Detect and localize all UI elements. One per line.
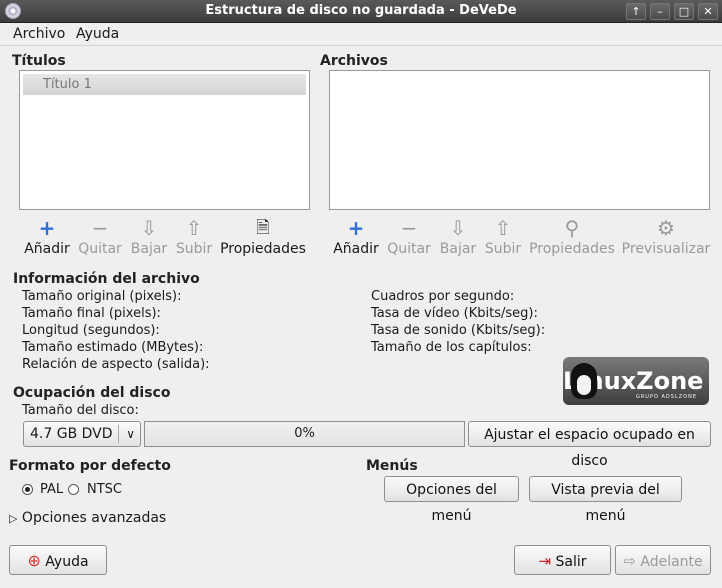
menu-preview-button[interactable]: Vista previa del menú [529,476,682,524]
format-heading: Formato por defecto [9,458,171,474]
titles-properties-button[interactable]: 🗎 Propiedades [219,217,307,257]
titles-add-label: Añadir [24,241,70,257]
disk-size-combo[interactable]: 4.7 GB DVD ∨ [23,421,141,447]
titles-heading: Títulos [12,53,66,69]
properties-icon: ⚲ [564,216,580,240]
disk-size-value: 4.7 GB DVD [30,426,113,442]
menu-archivo[interactable]: Archivo [13,26,65,42]
quit-button[interactable]: ⇥ Salir [514,545,611,575]
info-video-rate: Tasa de vídeo (Kbits/seg): [371,306,538,321]
files-heading: Archivos [320,53,388,69]
gear-icon: ⚙ [657,216,675,240]
files-properties-button[interactable]: ⚲ Propiedades [528,217,616,257]
list-item[interactable]: Título 1 [23,74,306,95]
files-add-button[interactable]: + Añadir [331,217,381,257]
minimize-icon[interactable]: – [650,3,670,20]
info-estimated-size: Tamaño estimado (MBytes): [22,340,204,355]
files-preview-label: Previsualizar [621,241,711,257]
forward-button[interactable]: ⇨ Adelante [615,545,711,575]
lifebuoy-icon: ⊕ [27,551,41,570]
titles-down-label: Bajar [130,241,168,257]
arrow-down-icon: ⇩ [449,216,467,240]
advanced-label: Opciones avanzadas [21,510,167,526]
properties-icon: 🗎 [256,218,270,238]
files-properties-label: Propiedades [529,241,615,257]
titles-properties-label: Propiedades [220,241,306,257]
expander-arrow-icon: ▷ [9,512,18,525]
always-on-top-icon[interactable]: ↑ [626,3,646,20]
files-down-button[interactable]: ⇩ Bajar [437,217,479,257]
file-info-heading: Información del archivo [13,271,200,287]
disk-size-label: Tamaño del disco: [22,403,139,418]
titles-remove-label: Quitar [78,241,122,257]
info-fps: Cuadros por segundo: [371,289,515,304]
ntsc-radio[interactable] [68,484,79,495]
files-remove-label: Quitar [387,241,431,257]
info-aspect-ratio: Relación de aspecto (salida): [22,357,210,372]
files-preview-button[interactable]: ⚙ Previsualizar [620,217,712,257]
menu-ayuda[interactable]: Ayuda [76,26,119,42]
close-icon[interactable]: ✕ [698,3,718,20]
chevron-down-icon: ∨ [126,427,135,441]
help-button[interactable]: ⊕ Ayuda [9,545,107,575]
linuxzone-logo: LinuxZone GRUPO ADSLZONE [563,357,709,405]
arrow-down-icon: ⇩ [140,216,158,240]
files-list[interactable] [329,70,710,210]
help-label: Ayuda [45,554,89,570]
exit-door-icon: ⇥ [538,552,552,570]
window-titlebar: Estructura de disco no guardada - DeVeDe… [0,0,722,23]
disk-usage-text: 0% [294,426,315,441]
files-remove-button[interactable]: − Quitar [385,217,433,257]
quit-label: Salir [555,554,587,570]
logo-subtext: GRUPO ADSLZONE [635,394,697,400]
disk-usage-progress: 0% [144,421,465,447]
combo-separator [118,425,119,443]
minus-icon: − [91,216,109,240]
menubar: Archivo Ayuda [0,23,722,46]
adjust-disk-button[interactable]: Ajustar el espacio ocupado en disco [468,421,711,469]
files-up-label: Subir [484,241,522,257]
plus-icon: + [38,216,56,240]
tux-penguin-icon [571,363,597,399]
titles-down-button[interactable]: ⇩ Bajar [128,217,170,257]
disk-heading: Ocupación del disco [13,385,171,401]
info-chapter-size: Tamaño de los capítulos: [371,340,532,355]
titles-remove-button[interactable]: − Quitar [76,217,124,257]
plus-icon: + [347,216,365,240]
info-audio-rate: Tasa de sonido (Kbits/seg): [371,323,546,338]
pal-label[interactable]: PAL [40,482,63,497]
window-title: Estructura de disco no guardada - DeVeDe [205,3,517,18]
pal-radio[interactable] [22,484,33,495]
titles-list[interactable]: Título 1 [19,70,310,210]
ntsc-label[interactable]: NTSC [87,482,122,497]
maximize-icon[interactable]: □ [674,3,694,20]
files-down-label: Bajar [439,241,477,257]
advanced-expander[interactable]: ▷ Opciones avanzadas [9,510,166,526]
info-original-size: Tamaño original (pixels): [22,289,182,304]
titles-add-button[interactable]: + Añadir [22,217,72,257]
info-final-size: Tamaño final (pixels): [22,306,161,321]
arrow-right-icon: ⇨ [623,552,636,570]
files-add-label: Añadir [333,241,379,257]
menus-heading: Menús [366,458,418,474]
forward-label: Adelante [640,554,703,570]
arrow-up-icon: ⇧ [185,216,203,240]
minus-icon: − [400,216,418,240]
info-length: Longitud (segundos): [22,323,160,338]
titles-up-label: Subir [175,241,213,257]
titles-up-button[interactable]: ⇧ Subir [174,217,214,257]
menu-options-button[interactable]: Opciones del menú [384,476,519,524]
arrow-up-icon: ⇧ [494,216,512,240]
files-up-button[interactable]: ⇧ Subir [483,217,523,257]
